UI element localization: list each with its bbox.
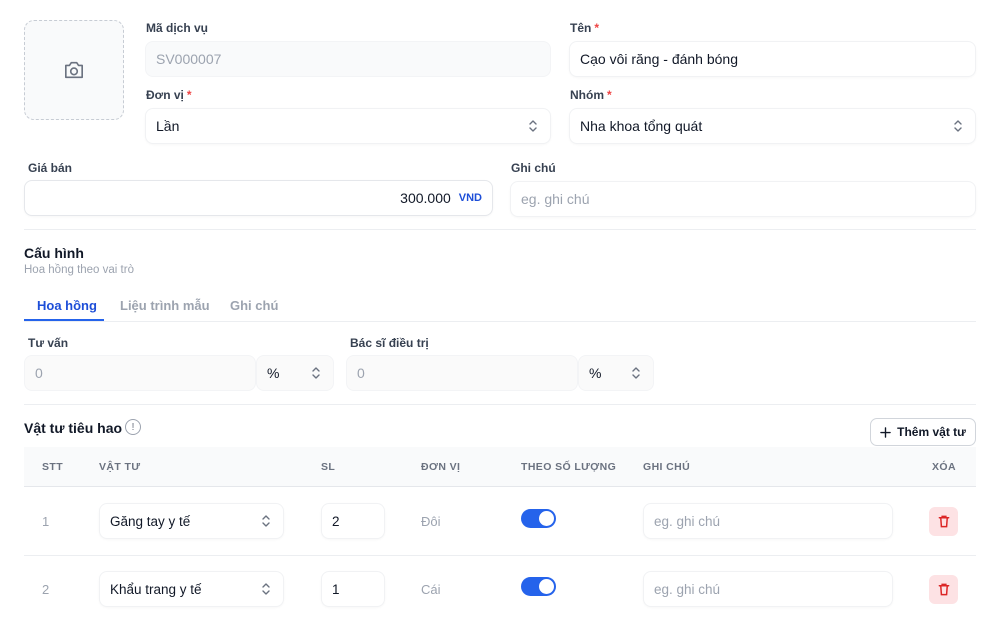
price-label: Giá bán xyxy=(28,161,73,175)
tab-treatment-template[interactable]: Liệu trình mẫu xyxy=(120,298,210,313)
supply-qty-input[interactable]: 2 xyxy=(321,503,385,539)
config-title: Cấu hình xyxy=(24,245,84,261)
service-name-value: Cạo vôi răng - đánh bóng xyxy=(580,51,738,67)
price-input[interactable]: 300.000 VND xyxy=(24,180,493,216)
service-code-value: SV000007 xyxy=(156,51,222,67)
delete-button[interactable] xyxy=(929,575,958,604)
col-qty: SL xyxy=(321,461,336,473)
note-input[interactable]: eg. ghi chú xyxy=(510,181,976,217)
row-divider xyxy=(24,555,976,556)
col-unit: ĐƠN VỊ xyxy=(421,461,461,473)
unit-label-text: Đơn vị xyxy=(146,88,184,102)
price-value: 300.000 xyxy=(400,190,451,206)
group-value: Nha khoa tổng quát xyxy=(580,118,703,134)
note-placeholder: eg. ghi chú xyxy=(521,191,590,207)
config-subtitle: Hoa hồng theo vai trò xyxy=(24,264,134,276)
add-supply-label: Thêm vật tư xyxy=(897,425,966,439)
service-name-input[interactable]: Cạo vôi răng - đánh bóng xyxy=(569,41,976,77)
consult-value: 0 xyxy=(35,365,43,381)
group-select[interactable]: Nha khoa tổng quát xyxy=(569,108,976,144)
supply-item-select[interactable]: Khẩu trang y tế xyxy=(99,571,284,607)
price-currency: VND xyxy=(458,192,482,204)
section-divider xyxy=(24,229,976,230)
group-label: Nhóm * xyxy=(570,88,612,102)
supply-note-input[interactable]: eg. ghi chú xyxy=(643,571,893,607)
service-name-label-text: Tên xyxy=(570,21,592,35)
chevron-up-down-icon xyxy=(262,515,270,527)
col-delete: XÓA xyxy=(932,461,956,473)
supply-item-value: Găng tay y tế xyxy=(110,513,191,529)
note-label: Ghi chú xyxy=(511,161,556,175)
required-mark: * xyxy=(186,88,192,102)
doctor-label: Bác sĩ điều trị xyxy=(350,336,429,350)
consult-label: Tư vấn xyxy=(28,336,69,350)
tab-notes[interactable]: Ghi chú xyxy=(230,298,278,313)
unit-value: Lần xyxy=(156,118,180,134)
camera-icon xyxy=(65,61,83,79)
consult-input[interactable]: 0 xyxy=(24,355,256,391)
tab-commission[interactable]: Hoa hồng xyxy=(37,298,97,313)
service-code-field: SV000007 xyxy=(145,41,551,77)
doctor-input[interactable]: 0 xyxy=(346,355,578,391)
unit-label: Đơn vị * xyxy=(146,88,192,102)
consult-unit-value: % xyxy=(267,365,280,381)
row-stt: 1 xyxy=(42,514,50,529)
supply-unit: Cái xyxy=(421,582,441,597)
delete-button[interactable] xyxy=(929,507,958,536)
required-mark: * xyxy=(607,88,612,102)
col-note: GHI CHÚ xyxy=(643,461,691,473)
doctor-unit-value: % xyxy=(589,365,602,381)
photo-upload[interactable] xyxy=(24,20,124,120)
supply-note-placeholder: eg. ghi chú xyxy=(654,513,721,529)
col-by-qty: THEO SỐ LƯỢNG xyxy=(521,461,617,473)
required-mark: * xyxy=(594,21,600,35)
by-quantity-toggle[interactable] xyxy=(521,577,556,596)
plus-icon xyxy=(880,426,891,438)
section-divider xyxy=(24,404,976,405)
tabs-divider xyxy=(24,321,976,322)
supply-item-value: Khẩu trang y tế xyxy=(110,581,202,597)
supply-qty-value: 2 xyxy=(332,513,340,529)
supply-item-select[interactable]: Găng tay y tế xyxy=(99,503,284,539)
chevron-up-down-icon xyxy=(262,583,270,595)
supplies-title: Vật tư tiêu hao xyxy=(24,420,123,436)
chevron-up-down-icon xyxy=(312,367,320,379)
chevron-up-down-icon xyxy=(954,120,962,132)
chevron-up-down-icon xyxy=(529,120,537,132)
group-label-text: Nhóm xyxy=(570,88,604,102)
by-quantity-toggle[interactable] xyxy=(521,509,556,528)
row-stt: 2 xyxy=(42,582,50,597)
doctor-value: 0 xyxy=(357,365,365,381)
col-item: VẬT TƯ xyxy=(99,461,141,473)
service-code-label: Mã dịch vụ xyxy=(146,21,209,35)
info-icon[interactable]: ! xyxy=(125,419,141,435)
add-supply-button[interactable]: Thêm vật tư xyxy=(870,418,976,446)
supply-note-placeholder: eg. ghi chú xyxy=(654,581,721,597)
info-glyph: ! xyxy=(131,421,135,433)
supply-unit: Đôi xyxy=(421,514,441,529)
supply-qty-input[interactable]: 1 xyxy=(321,571,385,607)
trash-icon xyxy=(938,515,949,528)
unit-select[interactable]: Lần xyxy=(145,108,551,144)
supply-qty-value: 1 xyxy=(332,581,340,597)
doctor-unit-select[interactable]: % xyxy=(578,355,654,391)
col-stt: STT xyxy=(42,461,64,473)
service-name-label: Tên * xyxy=(570,21,599,35)
consult-unit-select[interactable]: % xyxy=(256,355,334,391)
supply-note-input[interactable]: eg. ghi chú xyxy=(643,503,893,539)
chevron-up-down-icon xyxy=(632,367,640,379)
trash-icon xyxy=(938,583,949,596)
supplies-table-header: STT VẬT TƯ SL ĐƠN VỊ THEO SỐ LƯỢNG GHI C… xyxy=(24,447,976,487)
